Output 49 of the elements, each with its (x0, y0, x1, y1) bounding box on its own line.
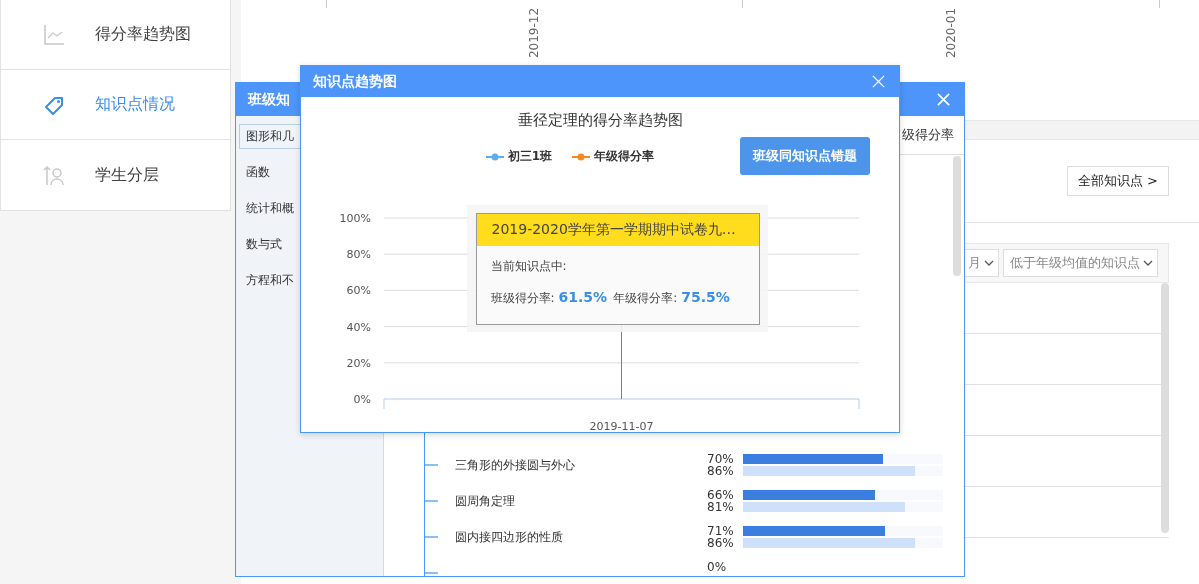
dialog-title: 知识点趋势图 (313, 72, 397, 91)
category-item[interactable]: 图形和几 (239, 124, 301, 149)
legend-label: 年级得分率 (594, 148, 655, 165)
chevron-down-icon (984, 260, 994, 266)
knowledge-point-name: 圆周角定理 (454, 492, 516, 510)
all-points-button[interactable]: 全部知识点 > (1066, 166, 1169, 196)
tooltip-label: 年级得分率: (613, 289, 678, 307)
axis-label: 2020-01 (944, 7, 958, 59)
tooltip-text: 当前知识点中: (490, 257, 568, 275)
filter-dropdown[interactable]: 低于年级均值的知识点 (1003, 249, 1158, 277)
class-percent: 0% (707, 561, 728, 573)
class-percent: 66% (707, 489, 735, 501)
axis-label: 2019-12 (527, 7, 541, 59)
close-icon[interactable] (936, 92, 951, 107)
scrollbar[interactable] (1161, 283, 1169, 533)
close-icon[interactable] (871, 74, 886, 89)
class-percent: 71% (707, 525, 735, 537)
sidebar-item[interactable]: 得分率趋势图 (1, 0, 230, 70)
category-item[interactable]: 数与式 (239, 232, 289, 257)
y-tick-label: 80% (346, 248, 371, 262)
grade-percent: 86% (707, 537, 735, 549)
line-chart-icon (43, 23, 65, 46)
category-item[interactable]: 函数 (239, 160, 277, 185)
tooltip-label: 班级得分率: (490, 289, 555, 307)
y-tick-label: 20% (346, 356, 371, 370)
tooltip-value: 61.5% (558, 288, 608, 305)
grade-percent: 81% (707, 501, 735, 513)
category-item[interactable]: 统计和概 (239, 196, 301, 221)
sidebar-item[interactable]: 学生分层 (1, 140, 230, 210)
legend-label: 初三1班 (507, 148, 553, 165)
knowledge-point-name: 圆内接四边形的性质 (454, 528, 564, 546)
category-item[interactable]: 方程和不 (239, 268, 301, 293)
tooltip-value: 75.5% (681, 288, 730, 305)
scrollbar[interactable] (953, 156, 961, 276)
y-tick-label: 60% (346, 284, 371, 298)
chevron-down-icon (1143, 260, 1153, 266)
chart-title: 垂径定理的得分率趋势图 (516, 111, 684, 130)
y-tick-label: 100% (339, 212, 371, 225)
person-arrow-icon (43, 164, 65, 186)
y-tick-label: 40% (346, 320, 371, 334)
knowledge-point-name: 三角形的外接圆与外心 (454, 456, 576, 474)
x-tick-label: 2019-11-07 (589, 420, 654, 433)
column-header: 级得分率 (902, 126, 954, 144)
class-percent: 70% (707, 453, 735, 465)
y-tick-label: 0% (353, 393, 371, 406)
sidebar-item[interactable]: 知识点情况 (1, 70, 230, 140)
dialog-title: 班级知 (248, 90, 290, 109)
grade-percent: 86% (707, 465, 735, 477)
tooltip-title: 2019-2020学年第一学期期中试卷九… (476, 213, 759, 246)
